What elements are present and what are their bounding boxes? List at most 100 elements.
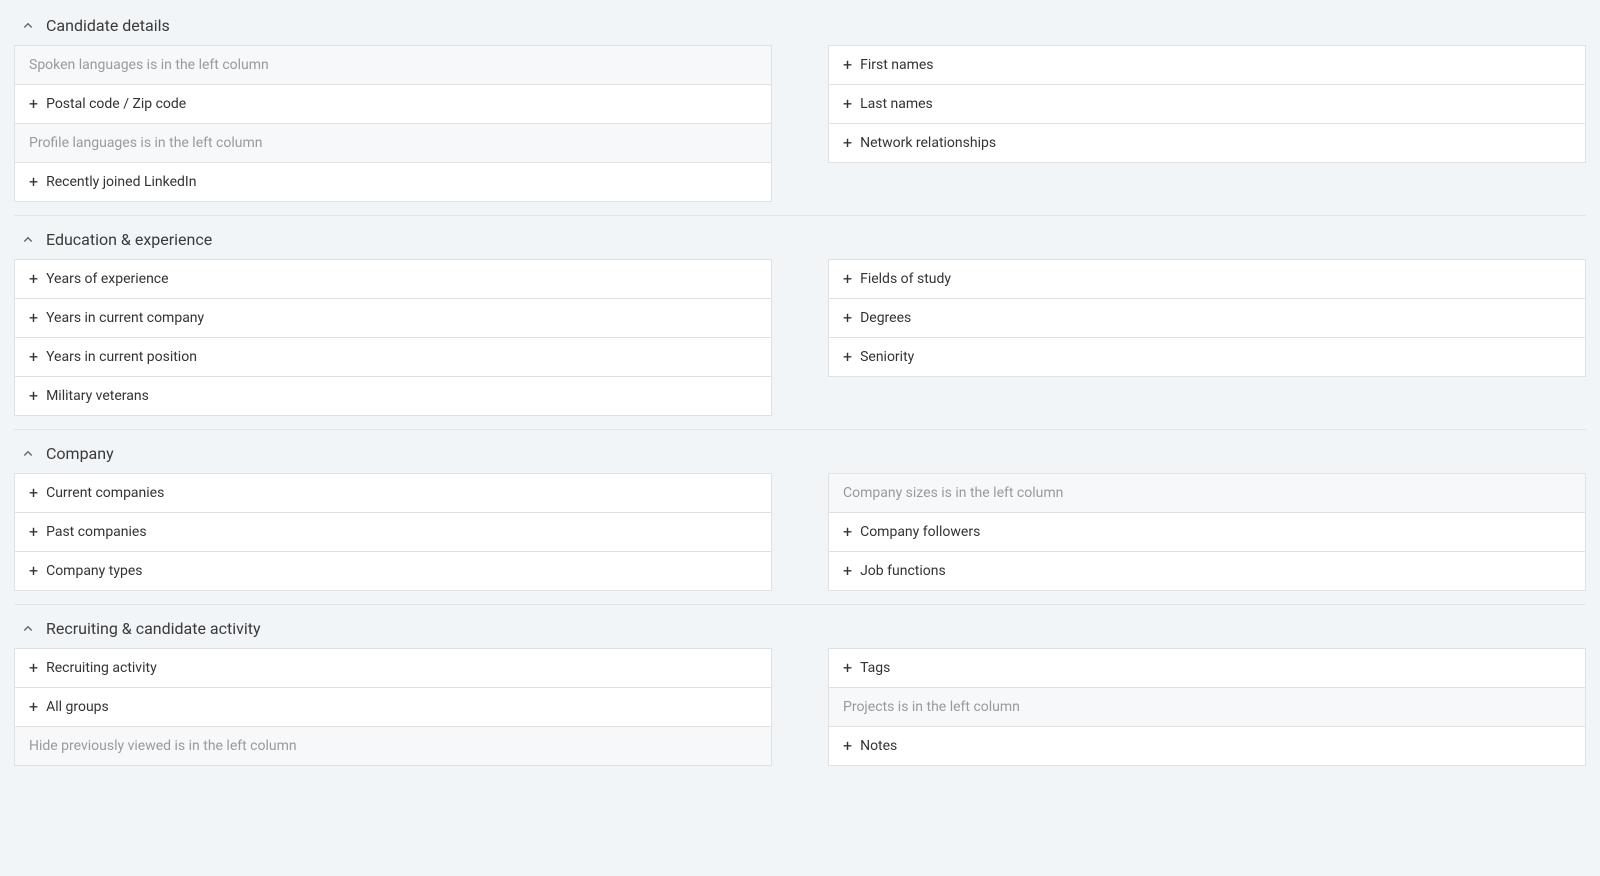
plus-icon: + [29,96,38,112]
plus-icon: + [843,349,852,365]
filter-company-followers[interactable]: + Company followers [828,512,1586,552]
filter-label: Spoken languages is in the left column [29,57,269,73]
plus-icon: + [843,660,852,676]
filter-label: Current companies [46,485,164,501]
filter-label: Job functions [860,563,946,579]
plus-icon: + [29,388,38,404]
plus-icon: + [843,96,852,112]
left-column: + Recruiting activity + All groups Hide … [14,648,772,765]
plus-icon: + [29,271,38,287]
columns: + Years of experience + Years in current… [14,259,1586,415]
plus-icon: + [29,699,38,715]
filter-degrees[interactable]: + Degrees [828,298,1586,338]
filter-label: Hide previously viewed is in the left co… [29,738,297,754]
filter-years-of-experience[interactable]: + Years of experience [14,259,772,299]
filter-label: Recently joined LinkedIn [46,174,196,190]
filter-seniority[interactable]: + Seniority [828,337,1586,377]
left-column: + Current companies + Past companies + C… [14,473,772,590]
plus-icon: + [29,563,38,579]
filter-tags[interactable]: + Tags [828,648,1586,688]
filter-label: Past companies [46,524,147,540]
plus-icon: + [843,524,852,540]
right-column: + Tags Projects is in the left column + … [828,648,1586,765]
section-title: Education & experience [46,230,212,249]
section-title: Recruiting & candidate activity [46,619,261,638]
filter-label: Recruiting activity [46,660,157,676]
filter-fields-of-study[interactable]: + Fields of study [828,259,1586,299]
chevron-up-icon [22,20,34,32]
filter-spoken-languages-disabled: Spoken languages is in the left column [14,45,772,85]
chevron-up-icon [22,623,34,635]
filter-label: Military veterans [46,388,149,404]
filter-label: Notes [860,738,897,754]
filter-network-relationships[interactable]: + Network relationships [828,123,1586,163]
divider [14,604,1586,605]
filter-job-functions[interactable]: + Job functions [828,551,1586,591]
divider [14,429,1586,430]
chevron-up-icon [22,234,34,246]
columns: Spoken languages is in the left column +… [14,45,1586,201]
plus-icon: + [843,310,852,326]
right-column: + Fields of study + Degrees + Seniority [828,259,1586,415]
right-column: + First names + Last names + Network rel… [828,45,1586,201]
divider [14,215,1586,216]
filter-all-groups[interactable]: + All groups [14,687,772,727]
plus-icon: + [29,524,38,540]
chevron-up-icon [22,448,34,460]
section-header-education-experience[interactable]: Education & experience [14,224,1586,259]
filter-years-current-position[interactable]: + Years in current position [14,337,772,377]
plus-icon: + [843,271,852,287]
plus-icon: + [29,660,38,676]
section-header-recruiting-activity[interactable]: Recruiting & candidate activity [14,613,1586,648]
filter-hide-previously-viewed-disabled: Hide previously viewed is in the left co… [14,726,772,766]
plus-icon: + [29,485,38,501]
plus-icon: + [29,174,38,190]
filter-label: Company sizes is in the left column [843,485,1063,501]
right-column: Company sizes is in the left column + Co… [828,473,1586,590]
section-education-experience: Education & experience + Years of experi… [14,224,1586,415]
plus-icon: + [843,563,852,579]
filter-label: Years in current company [46,310,204,326]
filter-recently-joined-linkedin[interactable]: + Recently joined LinkedIn [14,162,772,202]
section-header-candidate-details[interactable]: Candidate details [14,10,1586,45]
filter-label: Degrees [860,310,911,326]
filter-current-companies[interactable]: + Current companies [14,473,772,513]
plus-icon: + [29,310,38,326]
filter-postal-code[interactable]: + Postal code / Zip code [14,84,772,124]
filter-label: Fields of study [860,271,951,287]
filter-label: Last names [860,96,933,112]
filter-first-names[interactable]: + First names [828,45,1586,85]
filter-label: Profile languages is in the left column [29,135,263,151]
filter-company-types[interactable]: + Company types [14,551,772,591]
filter-notes[interactable]: + Notes [828,726,1586,766]
section-title: Company [46,444,114,463]
filter-label: Seniority [860,349,914,365]
section-candidate-details: Candidate details Spoken languages is in… [14,10,1586,201]
left-column: + Years of experience + Years in current… [14,259,772,415]
filter-projects-disabled: Projects is in the left column [828,687,1586,727]
filter-label: Projects is in the left column [843,699,1020,715]
section-company: Company + Current companies + Past compa… [14,438,1586,590]
filter-past-companies[interactable]: + Past companies [14,512,772,552]
filter-label: First names [860,57,933,73]
filter-label: Company types [46,563,142,579]
plus-icon: + [29,349,38,365]
columns: + Recruiting activity + All groups Hide … [14,648,1586,765]
section-header-company[interactable]: Company [14,438,1586,473]
filter-label: Company followers [860,524,980,540]
filter-recruiting-activity[interactable]: + Recruiting activity [14,648,772,688]
filter-label: Years in current position [46,349,197,365]
filter-label: Network relationships [860,135,996,151]
section-recruiting-activity: Recruiting & candidate activity + Recrui… [14,613,1586,765]
plus-icon: + [843,135,852,151]
filter-label: Postal code / Zip code [46,96,186,112]
columns: + Current companies + Past companies + C… [14,473,1586,590]
section-title: Candidate details [46,16,170,35]
filter-label: Tags [860,660,890,676]
plus-icon: + [843,738,852,754]
filter-last-names[interactable]: + Last names [828,84,1586,124]
filter-company-sizes-disabled: Company sizes is in the left column [828,473,1586,513]
filter-label: Years of experience [46,271,168,287]
filter-military-veterans[interactable]: + Military veterans [14,376,772,416]
filter-years-current-company[interactable]: + Years in current company [14,298,772,338]
